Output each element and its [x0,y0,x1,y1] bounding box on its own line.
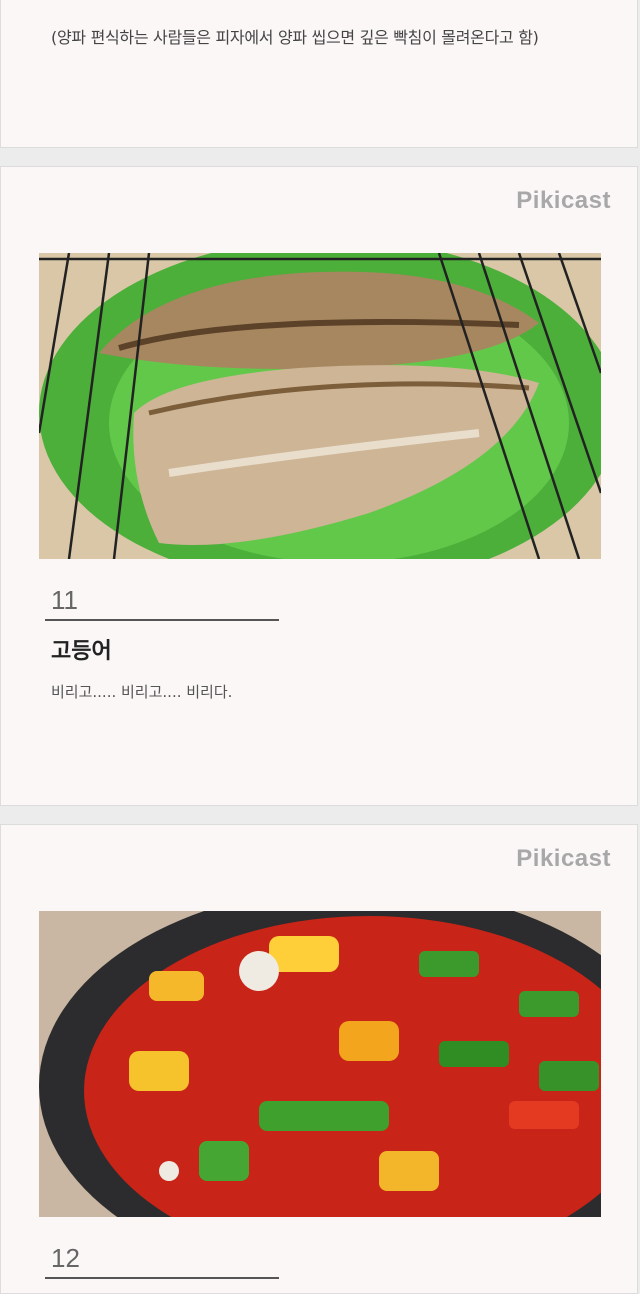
brand-logo: Pikicast [516,845,611,872]
card-onion: (양파 편식하는 사람들은 피자에서 양파 씹으면 깊은 빡침이 몰려온다고 함… [0,0,638,148]
peppers-image [39,911,601,1217]
number-divider [45,1277,279,1279]
card-caption: (양파 편식하는 사람들은 피자에서 양파 씹으면 깊은 빡침이 몰려온다고 함… [51,28,539,47]
item-number: 11 [51,585,78,615]
number-divider [45,619,279,621]
item-number: 12 [51,1243,80,1273]
brand-logo: Pikicast [516,187,611,214]
mackerel-image [39,253,601,559]
card-mackerel: Pikicast 11 고등어 비리고..... 비리고.... 비리다. [0,166,638,806]
card-peppers: Pikicast 12 [0,824,638,1294]
item-title: 고등어 [51,639,112,664]
item-description: 비리고..... 비리고.... 비리다. [51,683,233,701]
